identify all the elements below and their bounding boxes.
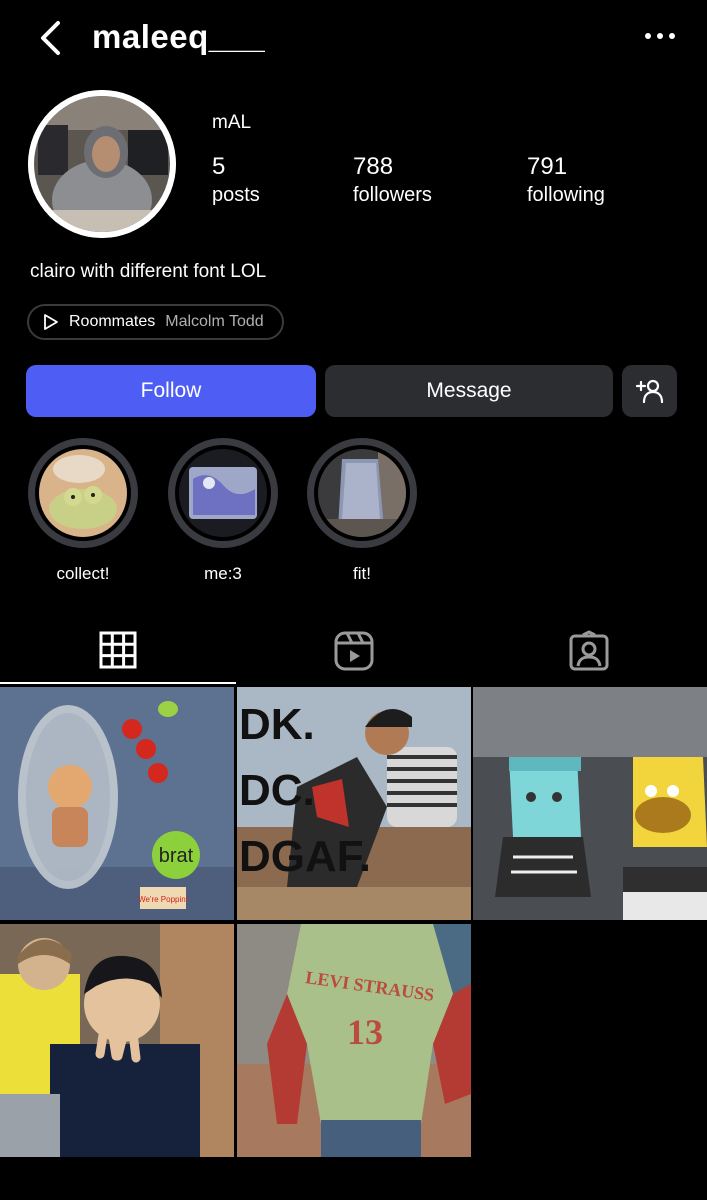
profile-bio: clairo with different font LOL (30, 261, 267, 282)
highlight-label: me:3 (204, 564, 242, 583)
message-button[interactable]: Message (325, 365, 613, 417)
highlight-label: fit! (353, 564, 371, 583)
story-highlight[interactable]: fit! (307, 438, 417, 584)
profile-username: maleeq___ (92, 18, 266, 55)
following-count-number: 791 (527, 153, 568, 180)
tagged-icon (569, 630, 609, 671)
reels-icon (334, 631, 374, 671)
tab-tagged[interactable] (471, 618, 707, 684)
post-button-text: brat (159, 845, 194, 867)
posts-count-number: 5 (212, 153, 226, 180)
posts-count-label: posts (212, 184, 260, 206)
post-thumbnail[interactable]: LEVI STRAUSS 13 (237, 924, 471, 1157)
highlight-thumbnail (39, 449, 127, 537)
followers-count-label: followers (353, 184, 432, 206)
display-name: mAL (212, 112, 252, 133)
profile-music-chip[interactable]: Roommates Malcolm Todd (27, 304, 284, 340)
post-text-line: DC. (239, 766, 315, 815)
music-artist: Malcolm Todd (165, 313, 264, 330)
highlight-thumbnail (318, 449, 406, 537)
profile-avatar[interactable] (28, 90, 176, 238)
post-thumbnail[interactable]: DK. DC. DGAF. (237, 687, 471, 920)
back-button[interactable] (36, 20, 66, 56)
more-options-button[interactable] (640, 22, 680, 50)
post-thumbnail[interactable] (0, 924, 234, 1157)
post-text-line: DGAF. (239, 832, 371, 881)
tab-posts-grid[interactable] (0, 618, 236, 684)
post-shirt-number: 13 (347, 1012, 383, 1052)
follow-button[interactable]: Follow (26, 365, 316, 417)
more-horizontal-icon (645, 33, 675, 39)
post-text-line: DK. (239, 700, 315, 749)
grid-icon (99, 631, 137, 669)
following-count-label: following (527, 184, 605, 206)
highlight-label: collect! (56, 564, 110, 583)
posts-count[interactable]: 5 posts (212, 153, 260, 209)
post-thumbnail[interactable]: brat We're Poppin! (0, 687, 234, 920)
suggested-accounts-button[interactable] (622, 365, 677, 417)
story-highlight[interactable]: me:3 (168, 438, 278, 584)
add-person-icon (635, 379, 663, 404)
following-count[interactable]: 791 following (527, 153, 605, 209)
play-icon (44, 314, 58, 330)
post-thumbnail[interactable] (473, 687, 707, 920)
chevron-left-icon (41, 21, 60, 55)
tab-reels[interactable] (236, 618, 472, 684)
followers-count-number: 788 (353, 153, 394, 180)
post-badge-text: We're Poppin! (138, 895, 188, 904)
story-highlight[interactable]: collect! (28, 438, 138, 584)
followers-count[interactable]: 788 followers (353, 153, 432, 209)
music-song-title: Roommates (69, 313, 156, 330)
highlight-thumbnail (179, 449, 267, 537)
